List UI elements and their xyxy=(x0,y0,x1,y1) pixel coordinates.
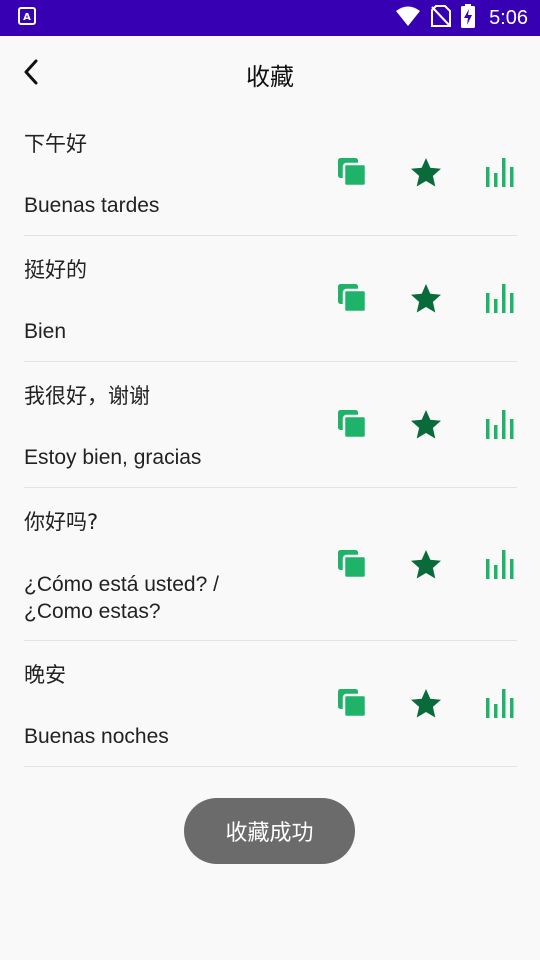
app-bar: 收藏 xyxy=(0,36,540,112)
page-title: 收藏 xyxy=(246,62,294,91)
audio-bars-icon xyxy=(485,549,515,583)
svg-text:A: A xyxy=(23,12,31,23)
spanish-phrase: ¿Cómo está usted? / ¿Como estas? xyxy=(24,573,219,623)
app-notification-icon: A xyxy=(18,7,36,29)
copy-icon xyxy=(337,549,368,583)
favorites-list: 下午好 Buenas tardes 挺好的 Bien 我很好，谢谢 Estoy … xyxy=(24,110,517,767)
toast-message: 收藏成功 xyxy=(184,798,355,864)
favorite-button[interactable] xyxy=(409,688,443,722)
copy-button[interactable] xyxy=(335,549,369,583)
chinese-phrase: 挺好的 xyxy=(24,258,87,282)
spanish-phrase: Buenas noches xyxy=(24,725,169,748)
play-audio-button[interactable] xyxy=(483,688,517,722)
spanish-phrase: Estoy bien, gracias xyxy=(24,446,202,469)
chinese-phrase: 我很好，谢谢 xyxy=(24,384,150,408)
favorite-button[interactable] xyxy=(409,283,443,317)
copy-icon xyxy=(337,409,368,443)
favorite-button[interactable] xyxy=(409,157,443,191)
play-audio-button[interactable] xyxy=(483,549,517,583)
row-actions xyxy=(335,156,517,192)
spanish-phrase: Buenas tardes xyxy=(24,194,160,217)
wifi-icon xyxy=(395,5,421,31)
audio-bars-icon xyxy=(485,409,515,443)
star-icon xyxy=(410,283,442,318)
spanish-phrase: Bien xyxy=(24,320,67,343)
chinese-phrase: 晚安 xyxy=(24,663,66,687)
copy-icon xyxy=(337,688,368,722)
status-time: 5:06 xyxy=(489,6,528,29)
list-item: 你好吗? ¿Cómo está usted? / ¿Como estas? xyxy=(24,488,517,641)
row-actions xyxy=(335,548,517,584)
star-icon xyxy=(410,549,442,584)
back-button[interactable] xyxy=(14,56,50,92)
status-bar: A 5:06 xyxy=(0,0,540,36)
row-actions xyxy=(335,687,517,723)
chinese-phrase: 下午好 xyxy=(24,132,87,156)
play-audio-button[interactable] xyxy=(483,283,517,317)
chevron-left-icon xyxy=(21,59,43,89)
play-audio-button[interactable] xyxy=(483,157,517,191)
no-sim-icon xyxy=(431,5,452,31)
audio-bars-icon xyxy=(485,283,515,317)
list-item: 下午好 Buenas tardes xyxy=(24,110,517,236)
list-item: 挺好的 Bien xyxy=(24,236,517,362)
copy-button[interactable] xyxy=(335,409,369,443)
audio-bars-icon xyxy=(485,688,515,722)
copy-button[interactable] xyxy=(335,157,369,191)
list-item: 我很好，谢谢 Estoy bien, gracias xyxy=(24,362,517,488)
copy-button[interactable] xyxy=(335,283,369,317)
battery-charging-icon xyxy=(461,4,476,32)
star-icon xyxy=(410,157,442,192)
chinese-phrase: 你好吗? xyxy=(24,510,99,534)
list-item: 晚安 Buenas noches xyxy=(24,641,517,767)
play-audio-button[interactable] xyxy=(483,409,517,443)
favorite-button[interactable] xyxy=(409,409,443,443)
star-icon xyxy=(410,688,442,723)
copy-icon xyxy=(337,283,368,317)
row-actions xyxy=(335,408,517,444)
copy-button[interactable] xyxy=(335,688,369,722)
favorite-button[interactable] xyxy=(409,549,443,583)
star-icon xyxy=(410,409,442,444)
audio-bars-icon xyxy=(485,157,515,191)
copy-icon xyxy=(337,157,368,191)
row-actions xyxy=(335,282,517,318)
